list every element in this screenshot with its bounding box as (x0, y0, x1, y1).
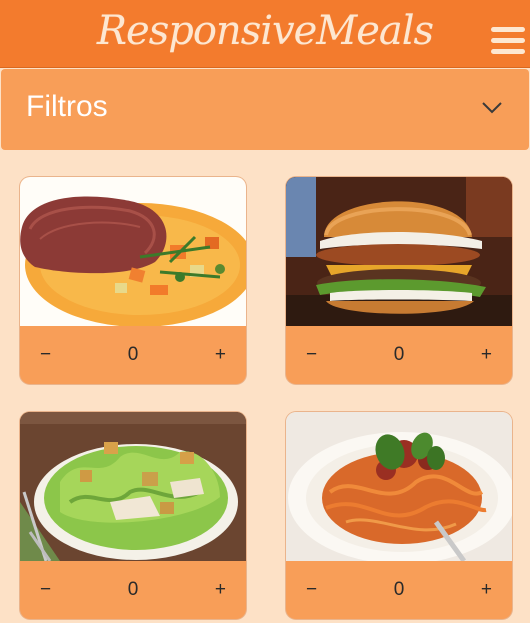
quantity-controls: − 0 + (286, 561, 512, 619)
filters-label: Filtros (26, 90, 108, 123)
quantity-value: 0 (393, 579, 405, 600)
increase-button[interactable]: + (215, 579, 226, 601)
quantity-value: 0 (127, 344, 139, 365)
filters-dropdown[interactable]: Filtros (1, 69, 529, 150)
meal-image-spaghetti (286, 412, 512, 561)
quantity-controls: − 0 + (20, 561, 246, 619)
quantity-value: 0 (393, 344, 405, 365)
menu-button[interactable] (491, 27, 525, 57)
quantity-controls: − 0 + (20, 326, 246, 384)
meal-image-burger (286, 177, 512, 326)
chevron-down-icon (482, 102, 502, 114)
brand-logo[interactable]: ResponsiveMeals (0, 8, 530, 54)
meal-image-steak (20, 177, 246, 326)
increase-button[interactable]: + (481, 344, 492, 366)
app-header: ResponsiveMeals (0, 0, 530, 68)
meal-card: − 0 + (20, 412, 246, 619)
increase-button[interactable]: + (215, 344, 226, 366)
quantity-value: 0 (127, 579, 139, 600)
hamburger-icon (491, 27, 525, 32)
meal-card: − 0 + (286, 412, 512, 619)
meal-card: − 0 + (20, 177, 246, 384)
quantity-controls: − 0 + (286, 326, 512, 384)
meal-image-salad (20, 412, 246, 561)
increase-button[interactable]: + (481, 579, 492, 601)
meal-card: − 0 + (286, 177, 512, 384)
